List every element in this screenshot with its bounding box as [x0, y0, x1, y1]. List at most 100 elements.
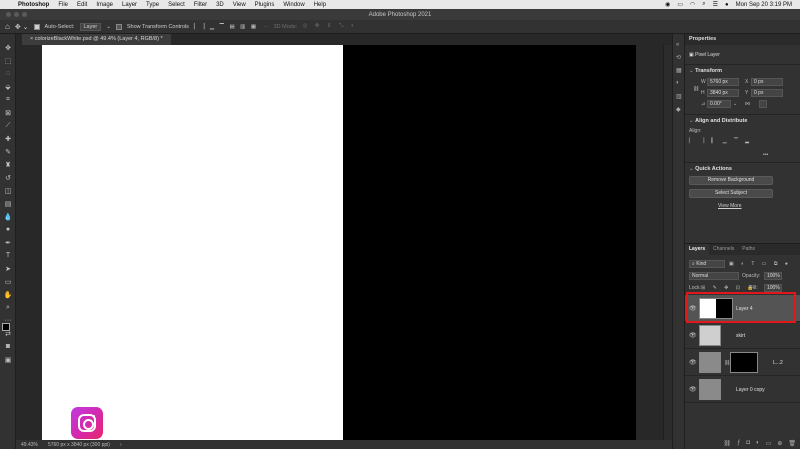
layer-row-layer-0-copy[interactable]: 👁 Layer 0 copy: [685, 376, 800, 403]
close-window-button[interactable]: [6, 12, 11, 17]
home-icon[interactable]: ⌂: [5, 22, 10, 31]
swatches-panel-icon[interactable]: ▦: [676, 67, 683, 74]
visibility-eye-icon[interactable]: 👁: [689, 332, 697, 339]
brush-tool-icon[interactable]: ✎: [2, 146, 14, 157]
quick-actions-section-title[interactable]: Quick Actions: [685, 166, 732, 172]
width-field[interactable]: 5760 px: [707, 78, 739, 86]
fill-field[interactable]: 100%: [764, 284, 782, 292]
menu-layer[interactable]: Layer: [122, 2, 137, 8]
remove-background-button[interactable]: Remove Background: [689, 176, 773, 185]
new-layer-icon[interactable]: ⊕: [777, 440, 782, 449]
screen-mode-icon[interactable]: ▣: [2, 354, 14, 365]
tab-layers[interactable]: Layers: [685, 244, 710, 255]
zoom-tool-icon[interactable]: ⌕: [2, 302, 14, 313]
angle-dropdown-icon[interactable]: ⌄: [733, 101, 737, 107]
layer-filter-kind-dropdown[interactable]: ⌕ Kind: [689, 260, 725, 268]
foreground-color-swatch[interactable]: [2, 323, 10, 331]
layer-mask-thumbnail[interactable]: [730, 352, 758, 373]
new-group-icon[interactable]: ▭: [766, 440, 772, 449]
zoom-window-button[interactable]: [22, 12, 27, 17]
history-brush-tool-icon[interactable]: ↺: [2, 172, 14, 183]
height-field[interactable]: 3840 px: [707, 89, 739, 97]
menu-help[interactable]: Help: [314, 2, 326, 8]
quick-mask-icon[interactable]: ◙: [2, 341, 14, 352]
show-transform-checkbox[interactable]: [115, 23, 122, 30]
visibility-eye-icon[interactable]: 👁: [689, 386, 697, 393]
status-chevron-icon[interactable]: ›: [120, 442, 122, 448]
menu-select[interactable]: Select: [168, 2, 185, 8]
path-selection-tool-icon[interactable]: ➤: [2, 263, 14, 274]
adobe-cc-icon[interactable]: ◉: [665, 1, 670, 8]
menu-type[interactable]: Type: [146, 2, 159, 8]
crop-tool-icon[interactable]: ⌗: [2, 94, 14, 105]
canvas-white-area[interactable]: [42, 45, 343, 440]
properties-tab[interactable]: Properties: [685, 34, 800, 45]
minimize-window-button[interactable]: [14, 12, 19, 17]
hand-tool-icon[interactable]: ✋: [2, 289, 14, 300]
menu-plugins[interactable]: Plugins: [255, 2, 275, 8]
zoom-level[interactable]: 49.43%: [21, 442, 38, 448]
link-layers-icon[interactable]: ⛓: [723, 440, 731, 449]
gradient-tool-icon[interactable]: ▤: [2, 198, 14, 209]
move-tool-icon[interactable]: ✥: [2, 42, 14, 53]
search-icon[interactable]: ⌕: [702, 1, 705, 8]
3d-mode-icons[interactable]: ◎ ✥ ⇕ ⤡ ◐: [302, 23, 357, 30]
pen-tool-icon[interactable]: ✒: [2, 237, 14, 248]
document-tab[interactable]: × colorizeBlackWhite.psd @ 49.4% (Layer …: [22, 34, 171, 45]
adjustment-layer-icon[interactable]: ◐: [756, 440, 760, 449]
y-field[interactable]: 0 px: [751, 89, 783, 97]
libraries-panel-icon[interactable]: ▥: [676, 93, 683, 100]
select-subject-button[interactable]: Select Subject: [689, 189, 773, 198]
clone-stamp-tool-icon[interactable]: ♜: [2, 159, 14, 170]
add-mask-icon[interactable]: ◘: [746, 440, 750, 449]
eraser-tool-icon[interactable]: ◫: [2, 185, 14, 196]
menu-window[interactable]: Window: [283, 2, 304, 8]
menu-view[interactable]: View: [233, 2, 246, 8]
lasso-tool-icon[interactable]: ◌: [2, 68, 14, 79]
x-field[interactable]: 0 px: [751, 78, 783, 86]
history-panel-icon[interactable]: ⟲: [676, 54, 683, 61]
flip-vertical-button[interactable]: [759, 100, 767, 108]
canvas-vertical-scrollbar[interactable]: [663, 45, 672, 440]
align-buttons-group[interactable]: ▏▕ ▁ ▔ ▤ ▥ ▦: [194, 24, 258, 30]
control-center-icon[interactable]: ☰: [713, 1, 718, 8]
tab-channels[interactable]: Channels: [709, 244, 738, 255]
styles-panel-icon[interactable]: ◆: [676, 106, 683, 113]
align-section-title[interactable]: Align and Distribute: [685, 118, 747, 124]
layer-style-icon[interactable]: ƒ: [737, 440, 740, 449]
menu-file[interactable]: File: [58, 2, 68, 8]
layer-row-masked[interactable]: 👁 ⛓ L...2: [685, 349, 800, 376]
tab-paths[interactable]: Paths: [738, 244, 759, 255]
wifi-icon[interactable]: ◠: [690, 1, 695, 8]
blur-tool-icon[interactable]: 💧: [2, 211, 14, 222]
layer-row-skirt[interactable]: 👁 skirt: [685, 322, 800, 349]
opacity-field[interactable]: 100%: [764, 272, 782, 280]
angle-field[interactable]: 0.00°: [707, 100, 731, 108]
marquee-tool-icon[interactable]: ⬚: [2, 55, 14, 66]
align-more-icon[interactable]: •••: [763, 152, 768, 158]
delete-layer-icon[interactable]: 🗑: [788, 440, 796, 449]
frame-tool-icon[interactable]: ⊠: [2, 107, 14, 118]
move-tool-preset-icon[interactable]: ✥ ⌄: [15, 23, 29, 31]
canvas-black-area[interactable]: [343, 45, 636, 440]
transform-section-title[interactable]: Transform: [685, 68, 722, 74]
menu-app-name[interactable]: Photoshop: [18, 2, 49, 8]
menu-3d[interactable]: 3D: [216, 2, 224, 8]
visibility-eye-icon[interactable]: 👁: [689, 359, 697, 366]
link-dimensions-icon[interactable]: ⛓: [693, 86, 699, 92]
align-buttons-icons[interactable]: ▏ ▕ ▎ ▁ ▔ ▂: [689, 138, 752, 144]
menu-filter[interactable]: Filter: [194, 2, 207, 8]
blend-mode-dropdown[interactable]: Normal: [689, 272, 739, 280]
distribute-more-icon[interactable]: ···: [263, 24, 269, 30]
panel-collapse-icon[interactable]: «: [676, 42, 683, 49]
object-selection-tool-icon[interactable]: ⬙: [2, 81, 14, 92]
type-tool-icon[interactable]: T: [2, 250, 14, 261]
flip-horizontal-icon[interactable]: ⋈: [745, 101, 750, 107]
menu-image[interactable]: Image: [96, 2, 113, 8]
menu-edit[interactable]: Edit: [77, 2, 87, 8]
auto-select-checkbox[interactable]: [33, 23, 40, 30]
siri-icon[interactable]: ●: [725, 2, 729, 8]
canvas-area[interactable]: [16, 45, 672, 440]
menubar-clock[interactable]: Mon Sep 20 3:19 PM: [736, 2, 792, 8]
adjustments-panel-icon[interactable]: ◐: [676, 80, 683, 87]
